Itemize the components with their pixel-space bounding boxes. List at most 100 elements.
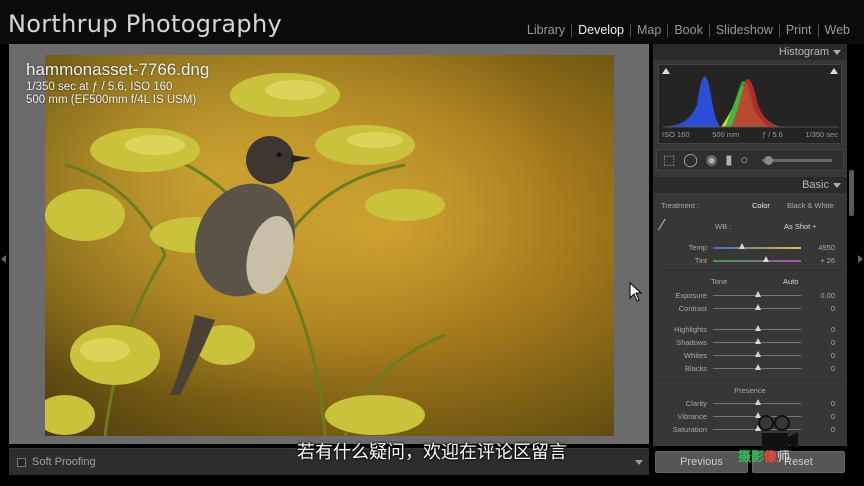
- histogram-title: Histogram: [778, 46, 829, 58]
- highlights-thumb[interactable]: [755, 325, 761, 331]
- exposure-label: Exposure: [675, 291, 707, 300]
- contrast-value[interactable]: 0: [831, 304, 835, 313]
- tint-slider[interactable]: [713, 260, 801, 262]
- histogram-exif: ISO 160 500 mm ƒ / 5.6 1/350 sec: [658, 130, 842, 139]
- tone-row: Tone Auto: [653, 275, 847, 287]
- exposure-thumb[interactable]: [755, 291, 761, 297]
- whites-label: Whites: [684, 351, 707, 360]
- module-book[interactable]: Book: [668, 23, 709, 37]
- adjustment-brush-slider[interactable]: [762, 155, 833, 165]
- whites-thumb[interactable]: [755, 351, 761, 357]
- divider: [659, 270, 841, 271]
- tint-row: Tint + 26: [653, 254, 847, 266]
- shadow-clipping-icon[interactable]: [662, 68, 670, 74]
- photo-filename: hammonasset-7766.dng: [26, 60, 210, 79]
- blacks-label: Blacks: [684, 364, 707, 373]
- mouse-cursor-icon: [629, 282, 643, 302]
- module-develop[interactable]: Develop: [572, 23, 630, 37]
- shadows-label: Shadows: [676, 338, 707, 347]
- collapse-triangle-icon[interactable]: [833, 50, 841, 55]
- top-bar: Northrup Photography Library Develop Map…: [0, 0, 864, 44]
- highlight-clipping-icon[interactable]: [830, 68, 838, 74]
- right-panel-toggle-icon[interactable]: [858, 255, 863, 263]
- highlights-label: Highlights: [674, 325, 707, 334]
- contrast-thumb[interactable]: [755, 304, 761, 310]
- vibrance-value[interactable]: 0: [831, 412, 835, 421]
- blacks-row: Blacks 0: [653, 362, 847, 374]
- tone-label: Tone: [711, 277, 728, 286]
- radial-filter-icon[interactable]: ○: [740, 153, 748, 167]
- module-picker: Library Develop Map Book Slideshow Print…: [521, 23, 856, 37]
- exposure-row: Exposure 0.00: [653, 289, 847, 301]
- module-map[interactable]: Map: [631, 23, 667, 37]
- clarity-value[interactable]: 0: [831, 399, 835, 408]
- module-slideshow[interactable]: Slideshow: [710, 23, 779, 37]
- histogram-header[interactable]: Histogram: [653, 44, 847, 60]
- watermark-text-a: 摄影: [738, 449, 765, 464]
- temp-row: Temp 4950: [653, 241, 847, 253]
- spot-removal-icon[interactable]: ◯: [683, 153, 698, 167]
- temp-label: Temp: [688, 243, 707, 252]
- histogram-iso: ISO 160: [662, 130, 690, 139]
- wb-row: ⁄ WB : As Shot ÷: [653, 217, 847, 235]
- treatment-color-option[interactable]: Color: [752, 201, 770, 210]
- video-caption: 若有什么疑问，欢迎在评论区留言: [297, 442, 567, 463]
- watermark-text-b: 像: [764, 449, 778, 464]
- photo-exposure-info: 1/350 sec at ƒ / 5.6, ISO 160: [26, 81, 173, 93]
- module-print[interactable]: Print: [780, 23, 818, 37]
- treatment-label: Treatment :: [661, 201, 700, 210]
- divider: [659, 379, 841, 380]
- blacks-thumb[interactable]: [755, 364, 761, 370]
- wb-eyedropper-icon[interactable]: ⁄: [661, 217, 664, 235]
- presence-label: Presence: [734, 386, 766, 395]
- shadows-thumb[interactable]: [755, 338, 761, 344]
- exposure-value[interactable]: 0.00: [820, 291, 835, 300]
- histogram-focal: 500 mm: [712, 130, 740, 139]
- temp-slider[interactable]: [713, 247, 801, 249]
- watermark-text-c: 师: [777, 449, 791, 464]
- crop-icon[interactable]: ⬚: [663, 153, 675, 167]
- red-eye-icon[interactable]: ◉: [706, 153, 717, 167]
- right-panel: Histogram ISO 160 500 mm ƒ / 5.6 1/350 s…: [653, 44, 847, 446]
- photo-info-overlay: hammonasset-7766.dng 1/350 sec at ƒ / 5.…: [26, 60, 209, 106]
- treatment-bw-option[interactable]: Black & White: [787, 201, 834, 210]
- temp-value[interactable]: 4950: [818, 243, 835, 252]
- histogram-aperture: ƒ / 5.6: [761, 130, 783, 139]
- saturation-label: Saturation: [672, 425, 707, 434]
- blacks-value[interactable]: 0: [831, 364, 835, 373]
- temp-thumb[interactable]: [739, 243, 745, 249]
- histogram-shutter: 1/350 sec: [805, 130, 838, 139]
- tint-label: Tint: [694, 256, 707, 265]
- tint-value[interactable]: + 26: [820, 256, 835, 265]
- whites-row: Whites 0: [653, 349, 847, 361]
- graduated-filter-icon[interactable]: ▮: [725, 153, 732, 167]
- basic-header[interactable]: Basic: [653, 177, 847, 193]
- tool-strip: ⬚ ◯ ◉ ▮ ○: [656, 149, 844, 171]
- clarity-label: Clarity: [685, 399, 707, 408]
- adjustment-brush-knob[interactable]: [764, 155, 774, 165]
- module-web[interactable]: Web: [819, 23, 856, 37]
- watermark-text: 摄影像师: [738, 446, 790, 465]
- shadows-row: Shadows 0: [653, 336, 847, 348]
- photo-preview[interactable]: [45, 55, 614, 436]
- identity-plate: Northrup Photography: [8, 10, 282, 38]
- vibrance-label: Vibrance: [677, 412, 707, 421]
- tint-thumb[interactable]: [763, 256, 769, 262]
- treatment-row: Treatment : Color Black & White: [653, 199, 847, 211]
- shadows-value[interactable]: 0: [831, 338, 835, 347]
- basic-title: Basic: [802, 179, 829, 191]
- wb-label: WB :: [715, 222, 732, 231]
- contrast-row: Contrast 0: [653, 302, 847, 314]
- highlights-row: Highlights 0: [653, 323, 847, 335]
- collapse-triangle-icon[interactable]: [833, 183, 841, 188]
- left-panel-toggle-icon[interactable]: [1, 255, 6, 263]
- contrast-label: Contrast: [678, 304, 707, 313]
- right-panel-scrollbar[interactable]: [849, 170, 854, 216]
- saturation-value[interactable]: 0: [831, 425, 835, 434]
- module-library[interactable]: Library: [521, 23, 571, 37]
- whites-value[interactable]: 0: [831, 351, 835, 360]
- wb-select[interactable]: As Shot ÷: [784, 222, 816, 231]
- highlights-value[interactable]: 0: [831, 325, 835, 334]
- photo-illustration: [45, 55, 614, 436]
- tone-auto-button[interactable]: Auto: [783, 277, 798, 286]
